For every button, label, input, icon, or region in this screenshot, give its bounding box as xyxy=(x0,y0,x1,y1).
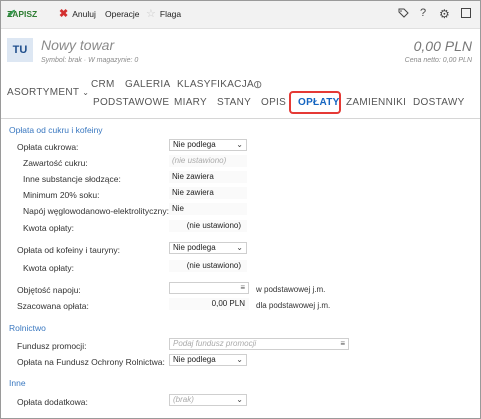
estimated-fee-unit: dla podstawowej j.m. xyxy=(256,301,331,310)
tab-asortyment[interactable]: ASORTYMENT ⌄ xyxy=(7,87,89,98)
promo-fund-label: Fundusz promocji: xyxy=(17,341,87,351)
tab-podstawowe[interactable]: PODSTAWOWE xyxy=(93,97,169,108)
other-sweeteners-value[interactable]: Nie zawiera xyxy=(169,171,247,183)
tab-zamienniki[interactable]: ZAMIENNIKI xyxy=(346,97,406,108)
tag-add-icon[interactable] xyxy=(397,7,409,22)
volume-input[interactable]: ≡ xyxy=(169,282,249,294)
sugar-content-field[interactable]: (nie ustawiono) xyxy=(169,155,247,167)
chevron-down-icon: ⌄ xyxy=(82,88,90,97)
active-tab-highlight xyxy=(289,91,341,114)
price-net: Cena netto: 0,00 PLN xyxy=(404,57,472,64)
menu-icon[interactable]: ≡ xyxy=(240,283,245,293)
toolbar: ✔ ZAPISZ ✖ Anuluj Operacje ☆ Flaga ? ⚙ xyxy=(1,1,480,29)
caffeine-fee-label: Opłata od kofeiny i tauryny: xyxy=(17,245,121,255)
sugar-content-label: Zawartość cukru: xyxy=(23,158,88,168)
section-agriculture: Rolnictwo xyxy=(9,323,46,333)
page-title: Nowy towar xyxy=(41,37,115,53)
sugar-fee-select[interactable]: Nie podlega ⌄ xyxy=(169,139,247,151)
close-icon: ✖ xyxy=(59,8,69,20)
avatar: TU xyxy=(7,38,33,62)
caffeine-amount-label: Kwota opłaty: xyxy=(23,263,75,273)
tab-dostawy[interactable]: DOSTAWY xyxy=(413,97,465,108)
caffeine-amount-value: (nie ustawiono) xyxy=(169,260,247,272)
carb-drink-label: Napój węglowodanowo-elektrolityczny: xyxy=(23,206,169,216)
other-sweeteners-label: Inne substancje słodzące: xyxy=(23,174,121,184)
tab-bar: ASORTYMENT ⌄ CRM GALERIA KLASYFIKACJA ⊘ … xyxy=(1,73,480,119)
tab-opis[interactable]: OPIS xyxy=(261,97,286,108)
promo-fund-input[interactable]: Podaj fundusz promocji ≡ xyxy=(169,338,349,350)
tab-miary[interactable]: MIARY xyxy=(174,97,207,108)
item-header: TU Nowy towar Symbol: brak · W magazynie… xyxy=(1,30,480,70)
agri-fund-fee-select[interactable]: Nie podlega ⌄ xyxy=(169,354,247,366)
agri-fund-fee-label: Opłata na Fundusz Ochrony Rolnictwa: xyxy=(17,357,165,367)
caffeine-fee-select[interactable]: Nie podlega ⌄ xyxy=(169,242,247,254)
chevron-down-icon: ⌄ xyxy=(236,355,243,364)
maximize-icon[interactable] xyxy=(461,7,471,21)
flag-button[interactable]: ☆ Flaga xyxy=(146,8,181,20)
volume-label: Objętość napoju: xyxy=(17,285,81,295)
juice-value[interactable]: Nie zawiera xyxy=(169,187,247,199)
carb-drink-value[interactable]: Nie xyxy=(169,203,247,215)
estimated-fee-value: 0,00 PLN xyxy=(169,298,249,310)
volume-unit: w podstawowej j.m. xyxy=(256,285,326,294)
star-icon: ☆ xyxy=(146,8,156,20)
extra-fee-select[interactable]: (brak) ⌄ xyxy=(169,394,247,406)
operations-button[interactable]: Operacje xyxy=(105,9,140,19)
help-icon[interactable]: ? xyxy=(420,7,426,19)
section-sugar-caffeine: Opłata od cukru i kofeiny xyxy=(9,125,103,135)
chevron-down-icon: ⌄ xyxy=(236,243,243,252)
chevron-down-icon: ⌄ xyxy=(236,140,243,149)
page-subtitle: Symbol: brak · W magazynie: 0 xyxy=(41,57,139,64)
section-other: Inne xyxy=(9,378,26,388)
estimated-fee-label: Szacowana opłata: xyxy=(17,301,89,311)
tab-galeria[interactable]: GALERIA xyxy=(125,79,170,90)
chevron-down-icon: ⌄ xyxy=(236,395,243,404)
menu-icon[interactable]: ≡ xyxy=(340,339,345,349)
extra-fee-label: Opłata dodatkowa: xyxy=(17,397,88,407)
price: 0,00 PLN xyxy=(413,38,472,54)
sugar-fee-label: Opłata cukrowa: xyxy=(17,142,79,152)
sugar-amount-label: Kwota opłaty: xyxy=(23,223,75,233)
tab-klasyfikacja[interactable]: KLASYFIKACJA xyxy=(177,79,254,90)
juice-label: Minimum 20% soku: xyxy=(23,190,100,200)
cancel-button[interactable]: ✖ Anuluj xyxy=(59,8,96,20)
window: ✔ ZAPISZ ✖ Anuluj Operacje ☆ Flaga ? ⚙ T… xyxy=(0,0,481,419)
sugar-amount-value: (nie ustawiono) xyxy=(169,220,247,232)
save-button[interactable]: ✔ ZAPISZ xyxy=(7,9,37,20)
tab-stany[interactable]: STANY xyxy=(217,97,251,108)
gear-icon[interactable]: ⚙ xyxy=(439,7,450,21)
tab-crm[interactable]: CRM xyxy=(91,79,115,90)
